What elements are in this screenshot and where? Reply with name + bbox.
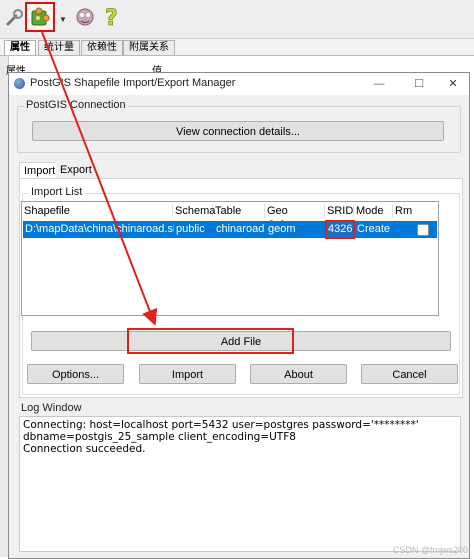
connection-group-title: PostGIS Connection xyxy=(24,99,128,111)
import-list-title: Import List xyxy=(29,186,85,198)
add-file-highlight xyxy=(127,328,294,354)
cell-shapefile[interactable]: D:\mapData\china\chinaroad.shp xyxy=(23,221,174,238)
column-header-table[interactable]: Table xyxy=(213,204,265,218)
wrench-icon[interactable] xyxy=(2,4,28,30)
minimize-button[interactable]: — xyxy=(365,75,393,93)
import-list-table[interactable]: Shapefile Schema Table Geo Column SRID M… xyxy=(21,201,439,316)
close-button[interactable]: ✕ xyxy=(439,75,467,93)
column-header-rm[interactable]: Rm xyxy=(393,204,436,218)
about-button[interactable]: About xyxy=(250,364,347,384)
postgis-app-icon xyxy=(14,78,25,89)
log-line: dbname=postgis_25_sample client_encoding… xyxy=(23,431,296,443)
plugin-manager-icon[interactable] xyxy=(72,4,98,30)
table-row[interactable]: D:\mapData\china\chinaroad.shp public ch… xyxy=(23,220,437,239)
maximize-button[interactable]: ☐ xyxy=(405,75,433,93)
puzzle-plugin-icon[interactable] xyxy=(25,2,55,32)
host-tab-statistics[interactable]: 统计量 xyxy=(38,40,80,55)
column-header-shapefile[interactable]: Shapefile xyxy=(22,204,173,218)
cell-geo-column[interactable]: geom xyxy=(266,221,326,238)
cell-mode[interactable]: Create xyxy=(355,221,394,238)
watermark: CSDN @fmjws200 xyxy=(392,545,468,555)
dropdown-caret-icon[interactable]: ▼ xyxy=(59,15,67,24)
tab-export[interactable]: Export xyxy=(56,162,96,178)
column-header-mode[interactable]: Mode xyxy=(354,204,393,218)
host-tab-dependents[interactable]: 附属关系 xyxy=(123,40,175,55)
import-button[interactable]: Import xyxy=(139,364,236,384)
shapefile-manager-dialog: PostGIS Shapefile Import/Export Manager … xyxy=(8,72,470,559)
host-tab-bar: 属性 统计量 依赖性 附属关系 xyxy=(0,39,474,56)
log-window[interactable]: Connecting: host=localhost port=5432 use… xyxy=(19,416,461,552)
host-tab-dependencies[interactable]: 依赖性 xyxy=(81,40,123,55)
cell-srid[interactable]: 4326 xyxy=(325,220,355,239)
view-connection-details-button[interactable]: View connection details... xyxy=(32,121,444,141)
log-line: Connection succeeded. xyxy=(23,443,146,455)
cancel-button[interactable]: Cancel xyxy=(361,364,458,384)
cell-table[interactable]: chinaroad xyxy=(214,221,266,238)
host-tab-properties[interactable]: 属性 xyxy=(4,40,36,55)
rm-checkbox[interactable] xyxy=(417,224,429,236)
column-header-geo-column[interactable]: Geo Column xyxy=(265,204,325,231)
options-button[interactable]: Options... xyxy=(27,364,124,384)
svg-text:?: ? xyxy=(105,6,118,29)
column-header-srid[interactable]: SRID xyxy=(325,204,354,218)
log-window-title: Log Window xyxy=(21,402,82,414)
dialog-titlebar[interactable]: PostGIS Shapefile Import/Export Manager … xyxy=(9,73,469,95)
column-header-schema[interactable]: Schema xyxy=(173,204,215,218)
host-toolbar: ▼ ? xyxy=(0,0,474,39)
connection-group: PostGIS Connection View connection detai… xyxy=(17,99,461,153)
cell-schema[interactable]: public xyxy=(174,221,214,238)
dialog-title: PostGIS Shapefile Import/Export Manager xyxy=(30,77,236,89)
log-line: Connecting: host=localhost port=5432 use… xyxy=(23,419,419,431)
help-icon[interactable]: ? xyxy=(100,4,126,30)
